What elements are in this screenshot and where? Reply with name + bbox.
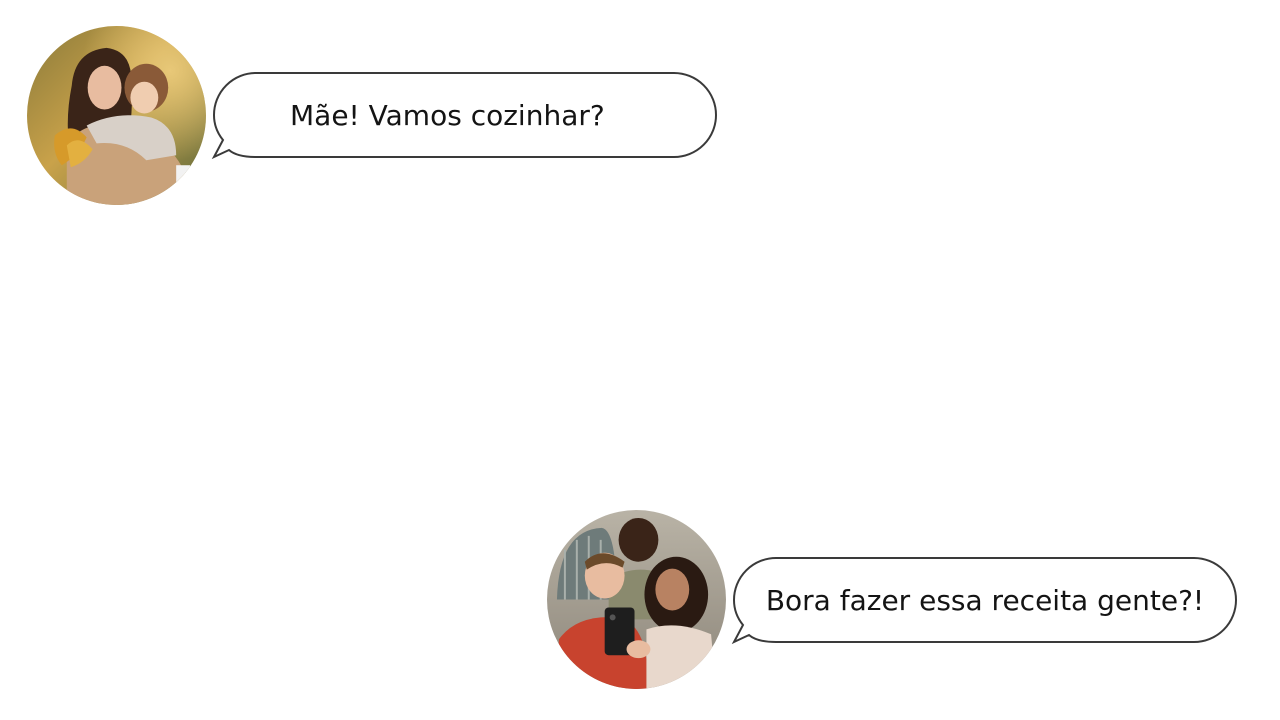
message-bubble-2: Bora fazer essa receita gente?! xyxy=(731,557,1237,645)
message-bubble-1: Mãe! Vamos cozinhar? xyxy=(211,72,717,160)
friends-group-photo-icon xyxy=(547,510,726,689)
message-text: Mãe! Vamos cozinhar? xyxy=(290,98,605,132)
mother-child-photo-avatar xyxy=(27,26,206,205)
message-text: Bora fazer essa receita gente?! xyxy=(765,583,1205,617)
mother-child-photo-icon xyxy=(27,26,206,205)
message-text-container: Mãe! Vamos cozinhar? xyxy=(213,72,717,158)
friends-group-photo-avatar xyxy=(547,510,726,689)
chat-canvas: Mãe! Vamos cozinhar? Bora fazer essa rec… xyxy=(0,0,1280,720)
message-text-container: Bora fazer essa receita gente?! xyxy=(733,557,1237,643)
